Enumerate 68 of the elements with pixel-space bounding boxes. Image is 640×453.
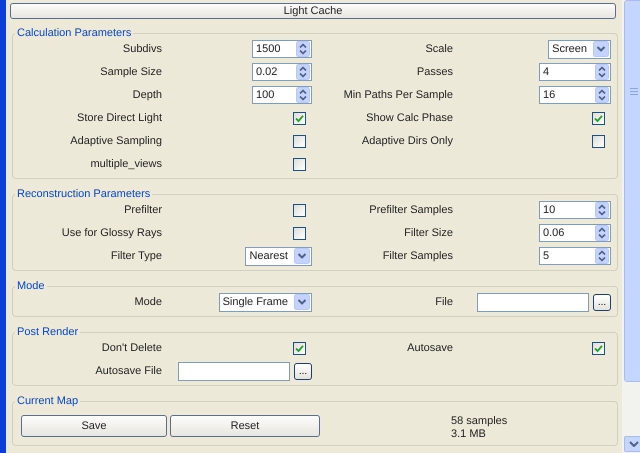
spin-arrows-icon[interactable]	[595, 202, 609, 218]
group-title: Post Render	[16, 326, 80, 338]
field-label: File	[434, 296, 453, 308]
group-title: Calculation Parameters	[16, 27, 132, 39]
field-label: Depth	[132, 89, 162, 101]
field-label: Prefilter Samples	[368, 204, 453, 216]
field-label: Min Paths Per Sample	[342, 89, 453, 101]
spin-arrows-icon[interactable]	[296, 64, 310, 80]
spin-arrows-icon[interactable]	[595, 87, 609, 103]
number-spinner[interactable]: 0.06	[539, 224, 611, 242]
field-label: Scale	[424, 43, 453, 55]
group-title: Reconstruction Parameters	[16, 188, 152, 200]
scroll-down-button[interactable]	[624, 436, 640, 452]
file-path-field[interactable]	[178, 362, 290, 380]
field-label: Filter Samples	[382, 250, 453, 262]
field-label: Prefilter	[123, 204, 162, 216]
browse-button[interactable]: ...	[593, 294, 611, 310]
checkbox[interactable]	[592, 342, 605, 354]
field-label: Adaptive Dirs Only	[360, 135, 453, 147]
browse-button[interactable]: ...	[294, 362, 312, 380]
spin-arrows-icon[interactable]	[595, 225, 609, 241]
field-label: Autosave File	[94, 365, 162, 377]
number-spinner[interactable]: 10	[539, 201, 611, 219]
map-info-text: 3.1 MB	[451, 428, 487, 441]
map-button[interactable]: Save	[21, 415, 167, 437]
field-label: Mode	[133, 296, 162, 308]
checkbox[interactable]	[293, 226, 306, 240]
field-label: Filter Type	[110, 250, 162, 262]
field-label: Don't Delete	[100, 342, 162, 354]
field-label: Show Calc Phase	[365, 112, 453, 124]
spin-arrows-icon[interactable]	[595, 64, 609, 80]
field-label: Store Direct Light	[76, 112, 162, 124]
checkbox[interactable]	[293, 134, 306, 148]
field-label: Filter Size	[403, 227, 453, 239]
checkbox[interactable]	[293, 112, 306, 124]
number-spinner[interactable]: 16	[539, 86, 611, 104]
spin-arrows-icon[interactable]	[296, 41, 310, 57]
group-title: Mode	[16, 280, 46, 292]
checkbox[interactable]	[592, 134, 605, 148]
checkbox[interactable]	[293, 342, 306, 354]
field-label: Use for Glossy Rays	[60, 227, 162, 239]
spin-arrows-icon[interactable]	[595, 248, 609, 264]
number-spinner[interactable]: 0.02	[252, 63, 312, 81]
scroll-thumb[interactable]	[624, 0, 640, 382]
checkbox[interactable]	[293, 204, 306, 216]
file-path-field[interactable]	[477, 292, 589, 312]
number-spinner[interactable]: 100	[252, 86, 312, 104]
checkbox[interactable]	[592, 112, 605, 124]
grip-icon	[630, 88, 638, 94]
field-label: Passes	[416, 66, 453, 78]
field-label: multiple_views	[89, 158, 162, 170]
field-label: Sample Size	[99, 66, 162, 78]
dropdown[interactable]: Single Frame	[218, 292, 312, 312]
map-info-text: 58 samples	[451, 415, 508, 428]
number-spinner[interactable]: 4	[539, 63, 611, 81]
dropdown[interactable]: Screen	[548, 40, 611, 58]
field-label: Adaptive Sampling	[69, 135, 162, 147]
checkbox[interactable]	[293, 158, 306, 170]
field-label: Autosave	[406, 342, 453, 354]
map-button[interactable]: Reset	[170, 415, 320, 437]
number-spinner[interactable]: 5	[539, 247, 611, 265]
dropdown[interactable]: Nearest	[245, 246, 312, 266]
spin-arrows-icon[interactable]	[296, 87, 310, 103]
group-title: Current Map	[16, 395, 80, 407]
number-spinner[interactable]: 1500	[252, 40, 312, 58]
scrollbar[interactable]	[622, 0, 640, 453]
field-label: Subdivs	[122, 43, 162, 55]
rollout-header-button[interactable]: Light Cache	[10, 3, 616, 19]
